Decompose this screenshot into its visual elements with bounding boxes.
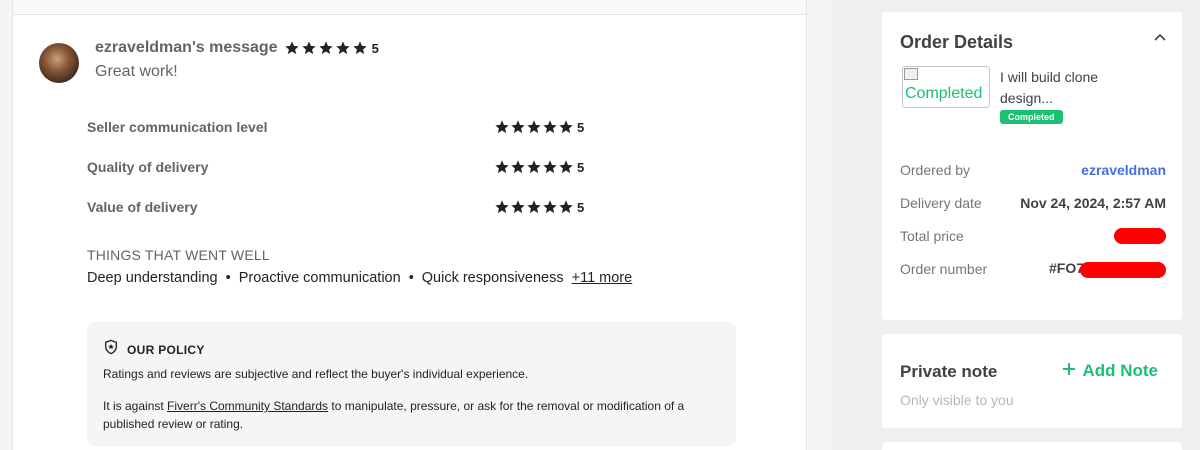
- delivery-date-label: Delivery date: [900, 195, 982, 211]
- criterion-stars: 5: [494, 199, 584, 215]
- community-standards-link[interactable]: Fiverr's Community Standards: [167, 399, 328, 413]
- star-icon: [494, 199, 510, 215]
- thumbnail-alt-text: Completed: [905, 85, 983, 102]
- star-icon: [510, 119, 526, 135]
- policy-header: OUR POLICY: [103, 339, 205, 360]
- review-author: ezraveldman's message: [95, 39, 278, 56]
- broken-image-icon: [904, 68, 918, 80]
- star-icon: [542, 119, 558, 135]
- total-price-label: Total price: [900, 228, 964, 244]
- policy-text: It is against Fiverr's Community Standar…: [103, 397, 723, 433]
- star-icon: [558, 199, 574, 215]
- private-note-title: Private note: [900, 362, 998, 381]
- criterion-label: Seller communication level: [87, 119, 268, 135]
- ordered-by-row: Ordered by ezraveldman: [900, 160, 1166, 180]
- overall-rating: 5: [371, 40, 379, 56]
- order-number-label: Order number: [900, 261, 988, 277]
- ordered-by-label: Ordered by: [900, 162, 971, 178]
- went-well-title: THINGS THAT WENT WELL: [87, 247, 270, 263]
- star-icon: [526, 159, 542, 175]
- went-well-list: Deep understanding • Proactive communica…: [87, 270, 632, 286]
- policy-box: OUR POLICY Ratings and reviews are subje…: [87, 322, 736, 446]
- shield-icon: [103, 339, 119, 360]
- criterion-score: 5: [577, 119, 585, 135]
- criterion-label: Value of delivery: [87, 199, 198, 215]
- order-details-title: Order Details: [900, 32, 1014, 52]
- rating-row: Quality of delivery 5: [87, 157, 607, 177]
- policy-text: Ratings and reviews are subjective and r…: [103, 367, 529, 381]
- order-details-card: Order Details Completed I will build clo…: [882, 12, 1182, 320]
- star-icon: [510, 199, 526, 215]
- star-icon: [542, 199, 558, 215]
- policy-text-start: It is against: [103, 399, 168, 413]
- order-number-value: #FO7: [1048, 260, 1166, 278]
- star-icon: [526, 119, 542, 135]
- private-note-card: Private note Add Note Only visible to yo…: [882, 334, 1182, 428]
- gig-thumbnail[interactable]: Completed: [902, 66, 990, 108]
- star-icon: [335, 40, 351, 56]
- avatar[interactable]: [39, 43, 79, 83]
- delivery-date-row: Delivery date Nov 24, 2024, 2:57 AM: [900, 193, 1166, 213]
- star-icon: [526, 199, 542, 215]
- add-note-button[interactable]: Add Note: [1062, 361, 1158, 381]
- redaction-mark: [1114, 228, 1166, 244]
- rating-row: Seller communication level 5: [87, 117, 607, 137]
- order-number-prefix: #FO7: [1048, 260, 1084, 277]
- criterion-score: 5: [577, 199, 585, 215]
- criterion-stars: 5: [494, 119, 584, 135]
- policy-title: OUR POLICY: [127, 342, 205, 357]
- add-note-label: Add Note: [1082, 361, 1158, 380]
- plus-icon: [1062, 361, 1076, 381]
- review-card: ezraveldman's message 5 Great work! Sell…: [12, 0, 807, 450]
- total-price-row: Total price: [900, 226, 1166, 246]
- card-top-strip: [13, 0, 806, 15]
- star-icon: [494, 159, 510, 175]
- went-well-item: Proactive communication: [238, 270, 401, 286]
- criterion-stars: 5: [494, 159, 584, 175]
- rating-row: Value of delivery 5: [87, 197, 607, 217]
- star-icon: [542, 159, 558, 175]
- star-icon: [352, 40, 368, 56]
- star-icon: [510, 159, 526, 175]
- star-icon: [558, 159, 574, 175]
- bullet-separator: •: [225, 270, 231, 286]
- order-number-row: Order number #FO7: [900, 259, 1166, 279]
- chevron-up-icon[interactable]: [1152, 30, 1168, 46]
- overall-stars: 5: [284, 40, 379, 56]
- more-link[interactable]: +11 more: [572, 270, 633, 286]
- gig-title[interactable]: I will build clone design...: [1000, 67, 1150, 109]
- delivery-date-value: Nov 24, 2024, 2:57 AM: [1020, 195, 1166, 211]
- star-icon: [558, 119, 574, 135]
- went-well-item: Deep understanding: [87, 270, 218, 286]
- star-icon: [494, 119, 510, 135]
- ordered-by-link[interactable]: ezraveldman: [1081, 162, 1166, 178]
- star-icon: [301, 40, 317, 56]
- redaction-mark: [1080, 261, 1166, 278]
- went-well-item: Quick responsiveness: [421, 270, 564, 286]
- review-message: Great work!: [95, 63, 178, 80]
- criterion-score: 5: [577, 159, 585, 175]
- sidebar-card: [882, 442, 1182, 450]
- star-icon: [284, 40, 300, 56]
- status-badge: Completed: [1000, 110, 1063, 124]
- private-note-subtitle: Only visible to you: [900, 392, 1014, 408]
- bullet-separator: •: [408, 270, 414, 286]
- review-header: ezraveldman's message 5: [95, 39, 379, 57]
- criterion-label: Quality of delivery: [87, 159, 209, 175]
- star-icon: [318, 40, 334, 56]
